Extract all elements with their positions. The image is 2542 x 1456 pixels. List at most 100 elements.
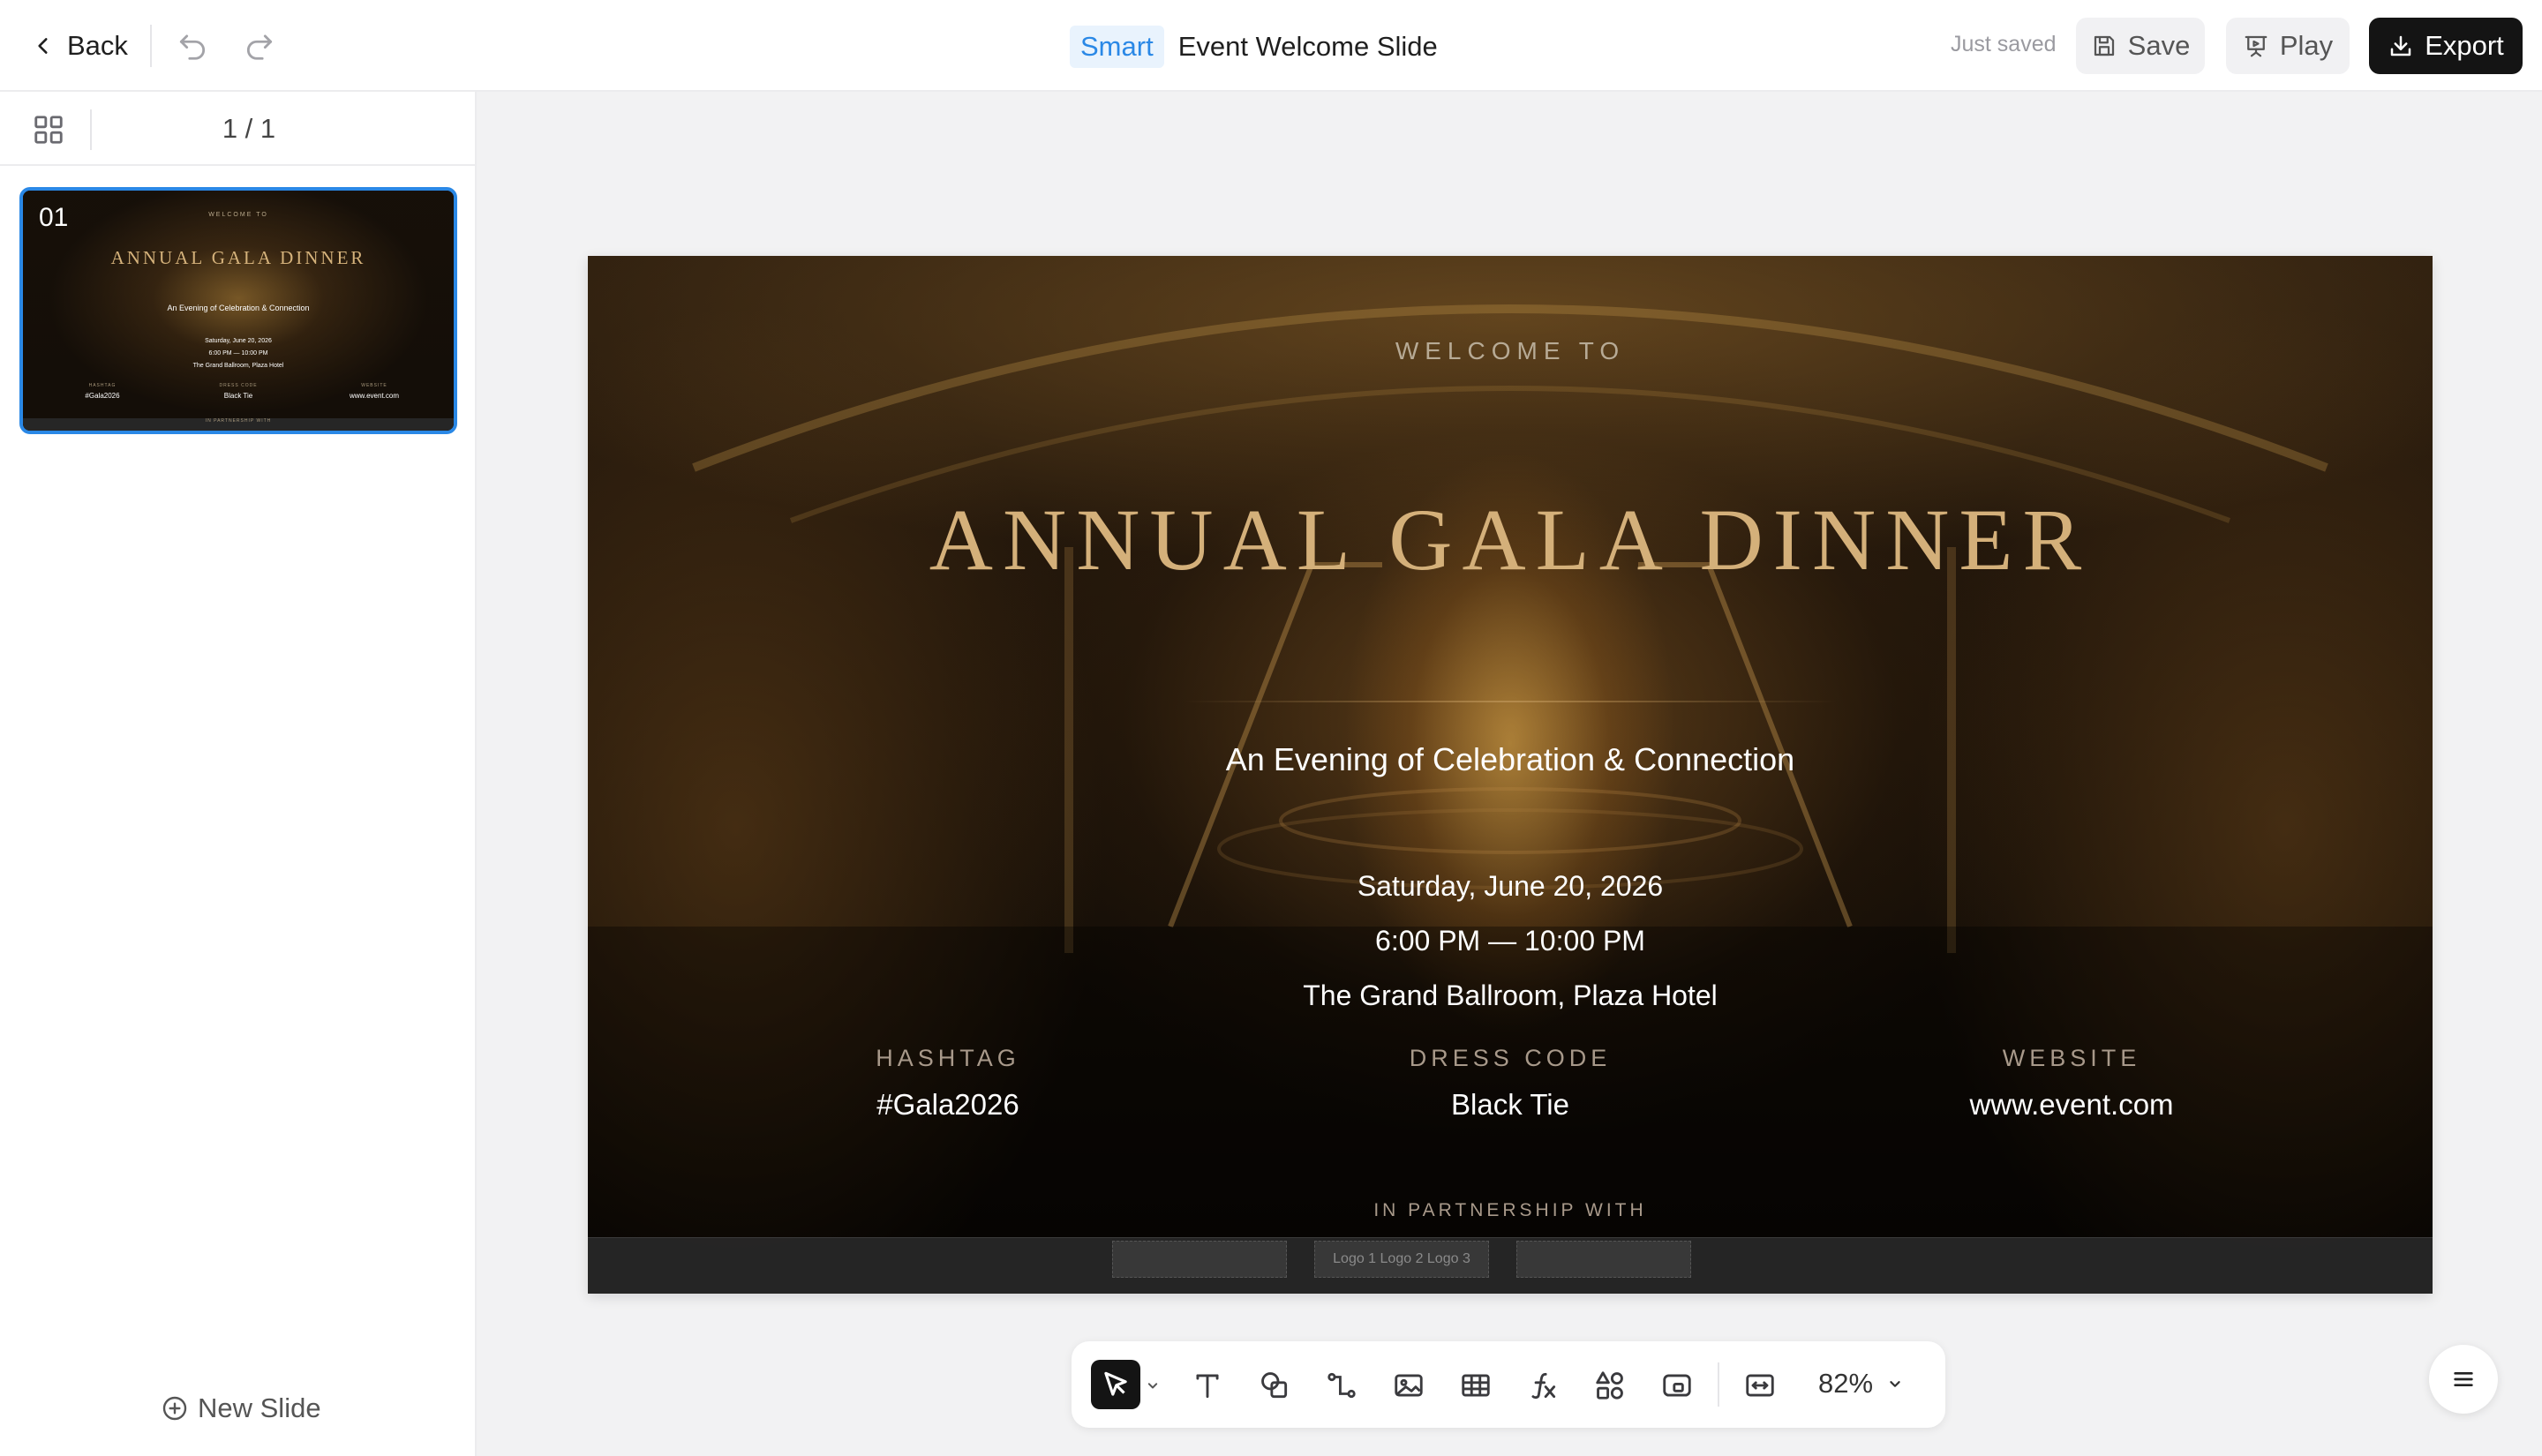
export-button[interactable]: Export: [2369, 18, 2523, 74]
hashtag-label: HASHTAG: [876, 1045, 1020, 1071]
thumb-datetime: Saturday, June 20, 2026 6:00 PM — 10:00 …: [23, 335, 454, 372]
image-icon: [1395, 1374, 1423, 1397]
slides-panel: 1 / 1 WELCOME TO ANNUAL GALA DINNER An E…: [0, 92, 477, 1456]
table-icon: [1462, 1374, 1490, 1397]
undo-icon: [179, 34, 206, 60]
thumb-dress-code-label: DRESS CODE: [219, 383, 258, 388]
smart-badge: Smart: [1070, 26, 1164, 68]
image-tool[interactable]: [1386, 1362, 1432, 1408]
dress-code-value: Black Tie: [1451, 1088, 1569, 1121]
zoom-selector[interactable]: 82%: [1818, 1368, 1905, 1400]
event-subtitle[interactable]: An Evening of Celebration & Connection: [588, 741, 2433, 778]
menu-icon: [2454, 1372, 2473, 1386]
thumb-partner-label: IN PARTNERSHIP WITH: [205, 418, 272, 424]
partner-label[interactable]: IN PARTNERSHIP WITH: [588, 1200, 2433, 1221]
thumb-venue: The Grand Ballroom, Plaza Hotel: [192, 363, 284, 369]
menu-button[interactable]: [2429, 1345, 2498, 1414]
select-tool-dropdown[interactable]: [1144, 1377, 1162, 1394]
thumb-website: WEBSITE www.event.com: [321, 383, 427, 400]
dress-code-label: DRESS CODE: [1409, 1045, 1612, 1071]
fit-icon: [1746, 1374, 1774, 1397]
logo-placeholder-text[interactable]: Logo 1 Logo 2 Logo 3: [1314, 1241, 1489, 1278]
insert-toolbar: 82%: [1072, 1341, 1945, 1428]
website-value: www.event.com: [1969, 1088, 2174, 1121]
select-tool[interactable]: [1091, 1360, 1140, 1409]
table-tool[interactable]: [1453, 1362, 1499, 1408]
thumb-dress-code: DRESS CODE Black Tie: [185, 383, 291, 400]
document-title[interactable]: Event Welcome Slide: [1178, 31, 1438, 63]
thumb-time: 6:00 PM — 10:00 PM: [208, 350, 268, 356]
event-venue[interactable]: The Grand Ballroom, Plaza Hotel: [588, 979, 2433, 1012]
play-button[interactable]: Play: [2226, 18, 2350, 74]
slide-thumbnail[interactable]: WELCOME TO ANNUAL GALA DINNER An Evening…: [19, 187, 457, 434]
plus-circle-icon: [162, 1396, 187, 1421]
formula-icon: [1531, 1372, 1556, 1400]
logo-placeholder[interactable]: [1516, 1241, 1691, 1278]
slide-number: 01: [39, 203, 69, 232]
thumb-title: ANNUAL GALA DINNER: [110, 247, 366, 268]
save-icon: [2094, 35, 2114, 56]
save-label: Save: [2127, 30, 2191, 61]
divider: [90, 109, 92, 150]
grid-view-button[interactable]: [32, 113, 65, 146]
presentation-icon: [2245, 35, 2267, 57]
components-icon: [1596, 1371, 1623, 1400]
title-divider: [1184, 701, 1837, 702]
components-tool[interactable]: [1587, 1362, 1633, 1408]
slide-thumbnail-preview: WELCOME TO ANNUAL GALA DINNER An Evening…: [23, 191, 454, 431]
thumb-welcome: WELCOME TO: [208, 212, 268, 218]
logo-placeholder[interactable]: [1112, 1241, 1287, 1278]
slides-panel-header: 1 / 1: [0, 92, 477, 166]
grid-icon: [34, 116, 63, 144]
chevron-down-icon: [1147, 1383, 1158, 1389]
text-icon: [1196, 1374, 1219, 1399]
thumb-website-label: WEBSITE: [361, 383, 387, 388]
formula-tool[interactable]: [1520, 1362, 1566, 1408]
shape-tool[interactable]: [1252, 1362, 1297, 1408]
export-label: Export: [2425, 30, 2504, 61]
divider: [1718, 1362, 1719, 1407]
zoom-value: 82%: [1818, 1368, 1874, 1399]
thumb-subtitle: An Evening of Celebration & Connection: [167, 304, 310, 312]
event-title[interactable]: ANNUAL GALA DINNER: [588, 496, 2433, 584]
back-button[interactable]: Back: [32, 25, 128, 67]
thumb-date: Saturday, June 20, 2026: [205, 338, 272, 344]
event-time[interactable]: 6:00 PM — 10:00 PM: [588, 925, 2433, 957]
play-label: Play: [2279, 30, 2334, 61]
back-label: Back: [67, 30, 128, 61]
hashtag-block[interactable]: HASHTAG #Gala2026: [745, 1045, 1151, 1122]
media-tool[interactable]: [1654, 1362, 1700, 1408]
new-slide-button[interactable]: New Slide: [161, 1392, 321, 1424]
document-title-area: Smart Event Welcome Slide: [1070, 25, 1438, 69]
download-icon: [2390, 35, 2411, 56]
website-block[interactable]: WEBSITE www.event.com: [1869, 1045, 2275, 1122]
shape-icon: [1261, 1372, 1288, 1399]
redo-icon: [246, 34, 273, 60]
undo-button[interactable]: [173, 26, 212, 65]
thumb-dress-code-value: Black Tie: [223, 392, 253, 400]
thumb-hashtag-label: HASHTAG: [88, 383, 117, 388]
connector-tool[interactable]: [1319, 1362, 1365, 1408]
top-bar: Back Smart Event Welcome Slide Just save…: [0, 0, 2542, 92]
save-status: Just saved: [1951, 32, 2057, 56]
new-slide-label: New Slide: [198, 1392, 321, 1423]
thumb-hashtag: HASHTAG #Gala2026: [49, 383, 155, 400]
thumb-website-value: www.event.com: [349, 392, 400, 400]
slide-canvas[interactable]: WELCOME TO ANNUAL GALA DINNER An Evening…: [588, 256, 2433, 1294]
media-icon: [1663, 1374, 1691, 1397]
connector-icon: [1327, 1372, 1356, 1399]
website-label: WEBSITE: [2002, 1045, 2141, 1071]
save-button[interactable]: Save: [2076, 18, 2205, 74]
welcome-heading[interactable]: WELCOME TO: [588, 337, 2433, 365]
divider: [150, 25, 152, 67]
thumb-hashtag-value: #Gala2026: [85, 392, 120, 400]
chevron-left-icon: [38, 38, 48, 54]
fit-width-tool[interactable]: [1737, 1362, 1783, 1408]
dress-code-block[interactable]: DRESS CODE Black Tie: [1307, 1045, 1713, 1122]
event-date[interactable]: Saturday, June 20, 2026: [588, 870, 2433, 903]
select-icon: [1104, 1371, 1127, 1396]
redo-button[interactable]: [240, 26, 279, 65]
hashtag-value: #Gala2026: [876, 1088, 1019, 1121]
page-counter: 1 / 1: [222, 113, 276, 144]
text-tool[interactable]: [1185, 1362, 1230, 1408]
